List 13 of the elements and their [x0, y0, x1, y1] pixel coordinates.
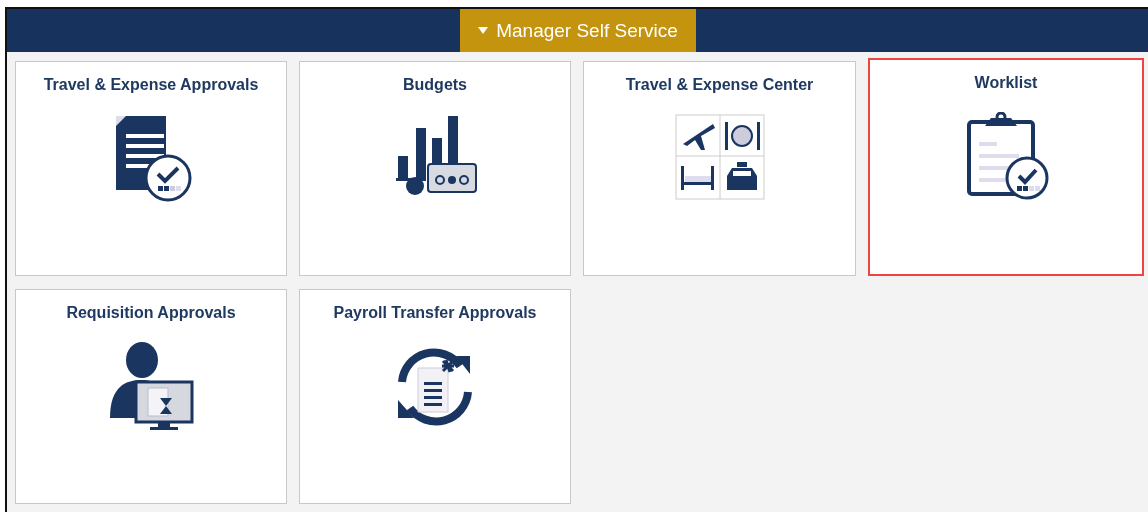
app-tile[interactable]: Travel & Expense Center — [583, 61, 856, 276]
tile-title: Travel & Expense Center — [625, 76, 814, 94]
app-tile[interactable]: Budgets — [299, 61, 571, 276]
app-tile[interactable]: Worklist — [868, 58, 1144, 276]
tile-title: Payroll Transfer Approvals — [333, 304, 537, 322]
tile-title: Travel & Expense Approvals — [43, 76, 259, 94]
app-tile[interactable]: Travel & Expense Approvals — [15, 61, 287, 276]
app-tile[interactable]: Requisition Approvals — [15, 289, 287, 504]
tile-title: Worklist — [974, 74, 1038, 92]
tile-title: Budgets — [403, 76, 467, 94]
app-tile[interactable]: Payroll Transfer Approvals — [299, 289, 571, 504]
caret-icon — [478, 27, 489, 34]
tile-title: Requisition Approvals — [66, 304, 236, 322]
